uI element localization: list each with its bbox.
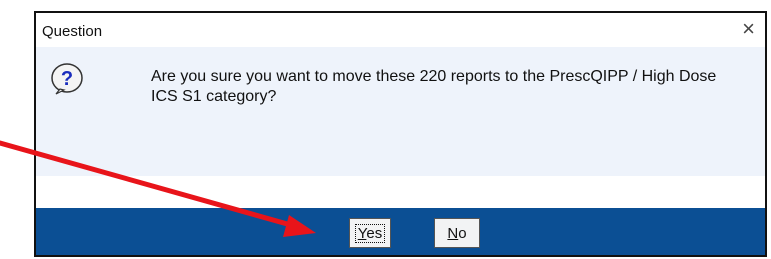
no-mnemonic: N [447, 224, 459, 242]
yes-button[interactable]: Yes [349, 218, 391, 248]
dialog-title: Question [42, 23, 103, 40]
close-icon[interactable]: × [742, 17, 755, 41]
yes-button-focus: Yes [354, 223, 386, 243]
no-label-rest: o [458, 224, 467, 242]
yes-label-rest: es [366, 224, 383, 242]
question-dialog: Question × ? Are you sure you want to mo… [34, 11, 767, 257]
dialog-message: Are you sure you want to move these 220 … [151, 68, 717, 105]
svg-text:?: ? [61, 68, 73, 90]
question-icon: ? [51, 63, 83, 95]
dialog-content: ? Are you sure you want to move these 22… [36, 47, 765, 176]
dialog-footer: Yes No [36, 208, 765, 255]
dialog-titlebar[interactable]: Question × [36, 13, 765, 47]
no-button[interactable]: No [434, 218, 480, 248]
dialog-spacer [36, 176, 765, 212]
